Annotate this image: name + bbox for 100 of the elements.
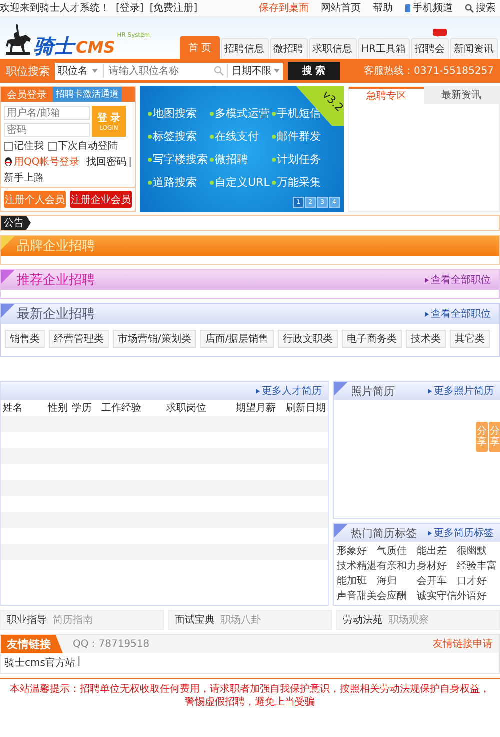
feature-text: 邮件群发 xyxy=(272,129,334,144)
column-header: 工作经验 xyxy=(102,402,143,415)
bullet-icon xyxy=(425,312,429,316)
category-tag[interactable]: 行政文职类 xyxy=(278,330,338,348)
help-link[interactable]: 找回密码 xyxy=(86,155,127,169)
checkbox[interactable] xyxy=(48,142,57,150)
nav-tab[interactable]: 微招聘 xyxy=(270,38,308,59)
feature-text: 自定义URL xyxy=(210,175,272,190)
more-link[interactable]: 查看全部职位 xyxy=(425,273,491,287)
penguin-icon xyxy=(4,157,13,167)
corner-icon xyxy=(334,524,348,538)
welcome-text: 欢迎来到骑士人才系统！ xyxy=(0,2,110,15)
nav-tab[interactable]: 新闻资讯 xyxy=(450,38,498,59)
resume-tag-link[interactable]: 会开车 xyxy=(417,574,457,588)
category-tag[interactable]: 技术类 xyxy=(406,330,446,348)
search-button[interactable]: 搜 索 xyxy=(288,62,340,80)
nav-tab[interactable]: 招聘会 xyxy=(411,38,449,59)
top-link[interactable]: [免费注册] xyxy=(150,1,198,15)
column-header: 期望月薪 xyxy=(236,402,278,415)
resume-tag-link[interactable]: 声音甜美 xyxy=(337,589,377,603)
password-field[interactable]: 密码 xyxy=(4,123,90,137)
phone-icon xyxy=(405,4,411,12)
search-field[interactable]: 职位名 请输入职位名称 日期不限 xyxy=(55,62,283,80)
category-tag[interactable]: 市场营销/策划类 xyxy=(113,330,196,348)
feature-text: 地图搜索 xyxy=(148,106,210,121)
footer-notice: 本站温馨提示：招聘单位无权收取任何费用，请求职者加强自我保护意识，按照相关劳动法规保护自身权益，警惕虚假招聘，避免上当受骗 xyxy=(9,683,491,709)
top-link[interactable]: 手机频道 xyxy=(405,1,453,15)
category-tag[interactable]: 销售类 xyxy=(5,330,45,348)
news-tab[interactable]: 最新资讯 xyxy=(424,87,499,104)
top-link[interactable]: 帮助 xyxy=(373,1,393,15)
bullet-icon xyxy=(425,278,429,282)
column-header: 学历 xyxy=(72,402,93,415)
section-title: 最新企业招聘 xyxy=(17,306,95,323)
notice-label: 公告 xyxy=(1,216,31,230)
resume-tag-link[interactable]: 能加班 xyxy=(337,574,377,588)
search-icon xyxy=(214,66,224,76)
more-link[interactable]: 更多简历标签 xyxy=(428,526,494,540)
column-header: 性别 xyxy=(48,402,69,415)
section-title: 品牌企业招聘 xyxy=(17,238,95,255)
resume-tag-link[interactable]: 口才好 xyxy=(457,574,497,588)
feature-text: 计划任务 xyxy=(272,152,334,167)
logo-text: CMS xyxy=(76,40,116,56)
separator-text: | xyxy=(77,656,81,669)
corner-icon xyxy=(1,270,15,284)
resume-tag-link[interactable]: 很幽默 xyxy=(457,544,497,558)
resume-tag-link[interactable]: 有亲和力 xyxy=(377,559,417,573)
guide-title: 劳动法苑 xyxy=(343,614,383,627)
guide-title: 面试宝典 xyxy=(175,614,215,627)
checkbox-label: 记住我 xyxy=(14,140,44,153)
username-field[interactable]: 用户名/邮箱 xyxy=(4,106,90,120)
search-icon xyxy=(465,4,474,12)
category-tag[interactable]: 其它类 xyxy=(450,330,490,348)
search-label: 职位搜索 xyxy=(6,64,50,78)
feature-text: 道路搜索 xyxy=(148,175,210,190)
corner-icon xyxy=(1,236,15,250)
feature-text: 微招聘 xyxy=(210,152,272,167)
feature-text: 多模式运营 xyxy=(210,106,272,121)
more-link[interactable]: 更多人才简历 xyxy=(256,384,322,398)
feature-text: 在线支付 xyxy=(210,129,272,144)
separator-text: | xyxy=(128,156,132,168)
resume-tag-link[interactable]: 经验丰富 xyxy=(457,559,497,573)
horse-rider-icon xyxy=(4,22,32,56)
more-link[interactable]: 查看全部职位 xyxy=(425,307,491,321)
resume-tag-link[interactable]: 形象好 xyxy=(337,544,377,558)
nav-tab[interactable]: 招聘信息 xyxy=(220,38,269,59)
bullet-icon xyxy=(256,388,260,394)
resume-tag-link[interactable]: 会应酬 xyxy=(377,589,417,603)
resume-tag-link[interactable]: 气质佳 xyxy=(377,544,417,558)
nav-tab[interactable]: HR工具箱 xyxy=(358,38,410,59)
register-button[interactable]: 注册企业会员 xyxy=(70,191,132,208)
logo-text: 骑士 xyxy=(34,36,74,56)
corner-icon xyxy=(1,304,15,318)
top-link[interactable]: 网站首页 xyxy=(321,1,361,15)
resume-tag-link[interactable]: 海归 xyxy=(377,574,417,588)
friend-link[interactable]: 骑士cms官方站 xyxy=(5,656,76,670)
top-link[interactable]: 搜索 xyxy=(465,1,496,15)
category-tag[interactable]: 店面/据层销售 xyxy=(200,330,274,348)
help-link[interactable]: 新手上路 xyxy=(4,171,44,185)
checkbox-label: 下次自动登陆 xyxy=(58,140,118,153)
resume-tag-link[interactable]: 技术精湛 xyxy=(337,559,377,573)
resume-tag-link[interactable]: 身材好 xyxy=(417,559,457,573)
bullet-icon xyxy=(428,530,432,536)
resume-tag-link[interactable]: 外语好 xyxy=(457,589,497,603)
category-tag[interactable]: 电子商务类 xyxy=(342,330,402,348)
top-link[interactable]: 保存到桌面 xyxy=(259,1,309,15)
top-link[interactable]: [登录] xyxy=(116,1,144,15)
category-tag[interactable]: 经营管理类 xyxy=(49,330,109,348)
resume-tag-link[interactable]: 诚实守信 xyxy=(417,589,457,603)
guide-title: 职业指导 xyxy=(7,614,47,627)
field-type-select[interactable]: 职位名 xyxy=(58,64,104,78)
column-header: 姓名 xyxy=(3,402,24,415)
resume-tag-link[interactable]: 能出差 xyxy=(417,544,457,558)
nav-tab[interactable]: 求职信息 xyxy=(308,38,357,59)
feature-text: 万能采集 xyxy=(272,175,334,190)
qq-login-link[interactable]: 用QQ帐号登录 xyxy=(4,155,80,169)
caret-icon xyxy=(274,69,280,73)
date-select[interactable]: 日期不限 xyxy=(227,64,280,78)
checkbox[interactable] xyxy=(4,142,13,150)
more-link[interactable]: 更多照片简历 xyxy=(428,384,494,398)
caret-icon xyxy=(92,69,98,73)
